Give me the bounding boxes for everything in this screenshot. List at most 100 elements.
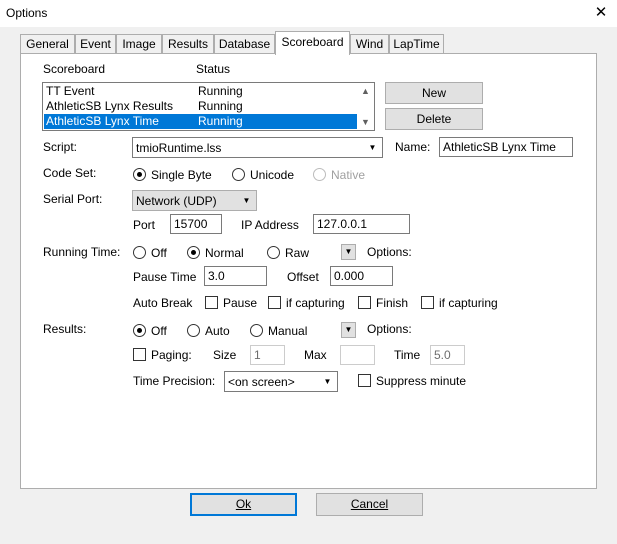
results-options-dropdown[interactable]: ▼ <box>341 322 356 338</box>
running-time-options-label: Options: <box>367 245 412 259</box>
results-auto-radio[interactable] <box>187 324 200 337</box>
tab-scoreboard[interactable]: Scoreboard <box>275 31 350 55</box>
tab-label: Event <box>80 37 111 51</box>
tab-database[interactable]: Database <box>214 34 275 54</box>
tab-label: Wind <box>355 37 384 51</box>
offset-label: Offset <box>287 270 319 284</box>
port-value: 15700 <box>174 217 208 231</box>
serial-port-label: Serial Port: <box>43 192 103 206</box>
results-manual-radio[interactable] <box>250 324 263 337</box>
scoreboard-status: Running <box>198 99 243 113</box>
suppress-minute-label: Suppress minute <box>376 374 467 388</box>
code-set-unicode-label: Unicode <box>250 168 295 182</box>
scoreboard-list[interactable]: TT Event Running AthleticSB Lynx Results… <box>42 82 375 131</box>
tab-label: Database <box>218 37 271 51</box>
running-time-off-radio[interactable] <box>133 246 146 259</box>
chevron-down-icon[interactable]: ▼ <box>320 374 335 389</box>
results-auto-label: Auto <box>205 324 230 338</box>
auto-break-pause-label: Pause <box>223 296 258 310</box>
name-value: AthleticSB Lynx Time <box>443 140 556 154</box>
auto-break-label: Auto Break <box>133 296 193 310</box>
pause-time-field[interactable]: 3.0 <box>204 266 267 286</box>
auto-break-finish-label: Finish <box>376 296 409 310</box>
results-label: Results: <box>43 322 87 336</box>
serial-port-combo[interactable]: Network (UDP) ▼ <box>132 190 257 211</box>
list-item[interactable]: AthleticSB Lynx Time Running <box>44 114 357 129</box>
ok-button-label: Ok <box>235 497 252 511</box>
finish-if-capturing-label: if capturing <box>439 296 498 310</box>
auto-break-finish-checkbox[interactable] <box>358 296 371 309</box>
script-value: tmioRuntime.lss <box>136 141 222 155</box>
results-off-label: Off <box>151 324 167 338</box>
results-options-label: Options: <box>367 322 412 336</box>
script-combo[interactable]: tmioRuntime.lss ▼ <box>132 137 383 158</box>
port-label: Port <box>133 218 156 232</box>
column-header-scoreboard: Scoreboard <box>43 62 106 76</box>
running-time-normal-label: Normal <box>205 246 244 260</box>
code-set-native-radio[interactable] <box>313 168 326 181</box>
size-field[interactable]: 1 <box>250 345 285 365</box>
time-value: 5.0 <box>434 348 451 362</box>
window-title: Options <box>6 6 48 20</box>
tab-wind[interactable]: Wind <box>350 34 389 54</box>
code-set-single-byte-label: Single Byte <box>151 168 212 182</box>
running-time-options-dropdown[interactable]: ▼ <box>341 244 356 260</box>
name-label: Name: <box>395 140 431 154</box>
column-header-status: Status <box>196 62 231 76</box>
ip-address-field[interactable]: 127.0.0.1 <box>313 214 410 234</box>
tab-label: LapTime <box>393 37 440 51</box>
running-time-raw-radio[interactable] <box>267 246 280 259</box>
port-field[interactable]: 15700 <box>170 214 222 234</box>
scoreboard-status: Running <box>198 84 243 98</box>
name-field[interactable]: AthleticSB Lynx Time <box>439 137 573 157</box>
tab-event[interactable]: Event <box>75 34 116 54</box>
title-bar: Options ✕ <box>0 0 617 28</box>
time-precision-combo[interactable]: <on screen> ▼ <box>224 371 338 392</box>
time-label: Time <box>394 348 421 362</box>
new-button[interactable]: New <box>385 82 483 104</box>
tab-image[interactable]: Image <box>116 34 162 54</box>
list-item[interactable]: AthleticSB Lynx Results Running <box>44 99 357 114</box>
offset-field[interactable]: 0.000 <box>330 266 393 286</box>
ip-address-value: 127.0.0.1 <box>317 217 368 231</box>
scroll-down-icon[interactable]: ▼ <box>357 114 374 130</box>
chevron-down-icon[interactable]: ▼ <box>239 193 254 208</box>
time-precision-label: Time Precision: <box>133 374 216 388</box>
tab-general[interactable]: General <box>20 34 75 54</box>
ip-address-label: IP Address <box>241 218 299 232</box>
tab-label: Image <box>122 37 156 51</box>
pause-time-label: Pause Time <box>133 270 197 284</box>
time-field[interactable]: 5.0 <box>430 345 465 365</box>
code-set-single-byte-radio[interactable] <box>133 168 146 181</box>
chevron-down-icon[interactable]: ▼ <box>365 140 380 155</box>
tab-laptime[interactable]: LapTime <box>389 34 444 54</box>
paging-checkbox[interactable] <box>133 348 146 361</box>
scoreboard-name: AthleticSB Lynx Time <box>46 114 159 128</box>
tab-label: Results <box>167 37 208 51</box>
suppress-minute-checkbox[interactable] <box>358 374 371 387</box>
close-icon[interactable]: ✕ <box>591 3 611 23</box>
code-set-unicode-radio[interactable] <box>232 168 245 181</box>
size-value: 1 <box>254 348 261 362</box>
auto-break-pause-checkbox[interactable] <box>205 296 218 309</box>
results-off-radio[interactable] <box>133 324 146 337</box>
tab-results[interactable]: Results <box>162 34 214 54</box>
list-item[interactable]: TT Event Running <box>44 84 357 99</box>
list-scrollbar[interactable]: ▲ ▼ <box>357 83 374 130</box>
scroll-up-icon[interactable]: ▲ <box>357 83 374 99</box>
scoreboard-status: Running <box>198 114 243 128</box>
cancel-button[interactable]: Cancel <box>316 493 423 516</box>
pause-time-value: 3.0 <box>208 269 225 283</box>
delete-button[interactable]: Delete <box>385 108 483 130</box>
running-time-label: Running Time: <box>43 245 121 259</box>
running-time-normal-radio[interactable] <box>187 246 200 259</box>
offset-value: 0.000 <box>334 269 365 283</box>
time-precision-value: <on screen> <box>228 375 295 389</box>
ok-button[interactable]: Ok <box>190 493 297 516</box>
pause-if-capturing-checkbox[interactable] <box>268 296 281 309</box>
running-time-raw-label: Raw <box>285 246 310 260</box>
finish-if-capturing-checkbox[interactable] <box>421 296 434 309</box>
script-label: Script: <box>43 140 78 154</box>
max-field[interactable] <box>340 345 375 365</box>
serial-port-value: Network (UDP) <box>136 194 217 208</box>
